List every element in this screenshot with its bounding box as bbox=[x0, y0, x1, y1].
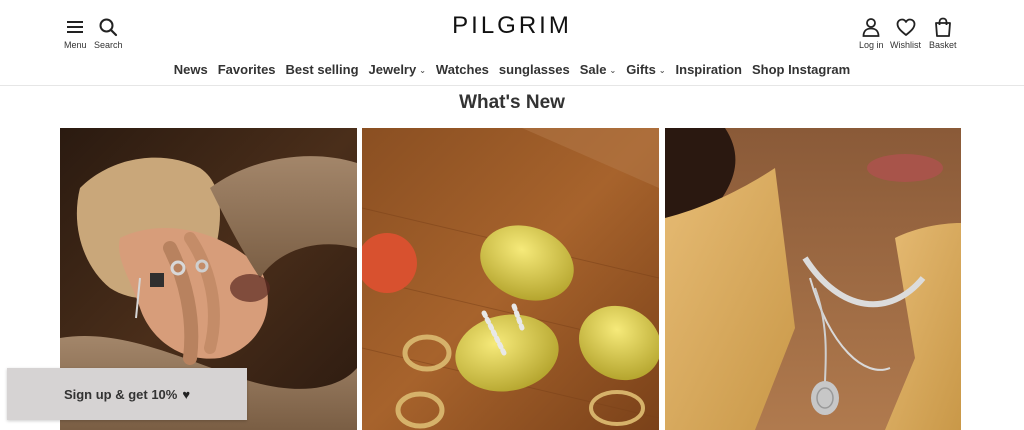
nav-item-label: Jewelry bbox=[368, 62, 417, 77]
nav-item-label: Favorites bbox=[217, 62, 276, 77]
nav-item-jewelry[interactable]: Jewelry ⌄ bbox=[369, 62, 426, 77]
nav-item-news[interactable]: News bbox=[174, 62, 208, 77]
site-header: Menu Search PILGRIM Log in Wishlist Bask… bbox=[0, 0, 1024, 86]
nav-item-best-selling[interactable]: Best selling bbox=[286, 62, 359, 77]
login-button[interactable]: Log in bbox=[859, 16, 884, 50]
nav-item-watches[interactable]: Watches bbox=[436, 62, 489, 77]
nav-item-shop-instagram[interactable]: Shop Instagram bbox=[752, 62, 850, 77]
nav-item-label: Sale bbox=[579, 62, 607, 77]
signup-discount-button[interactable]: Sign up & get 10% ♥ bbox=[7, 368, 247, 420]
main-nav: News Favorites Best selling Jewelry ⌄ Wat… bbox=[0, 62, 1024, 77]
nav-item-sale[interactable]: Sale ⌄ bbox=[580, 62, 616, 77]
nav-item-label: Best selling bbox=[285, 62, 359, 77]
heart-outline-icon bbox=[896, 18, 915, 36]
nav-item-inspiration[interactable]: Inspiration bbox=[676, 62, 742, 77]
section-title: What's New bbox=[459, 92, 565, 113]
nav-item-label: News bbox=[173, 62, 208, 77]
search-label: Search bbox=[94, 40, 123, 50]
earrings-photo bbox=[362, 128, 659, 430]
product-tile-earrings[interactable] bbox=[362, 128, 659, 430]
heart-icon: ♥ bbox=[182, 386, 191, 402]
product-tile-necklaces[interactable] bbox=[665, 128, 961, 430]
user-icon bbox=[862, 18, 880, 37]
login-label: Log in bbox=[859, 40, 884, 50]
signup-label: Sign up & get 10% bbox=[63, 386, 178, 402]
menu-label: Menu bbox=[64, 40, 87, 50]
basket-label: Basket bbox=[929, 40, 957, 50]
nav-item-label: Shop Instagram bbox=[751, 62, 851, 77]
nav-item-sunglasses[interactable]: sunglasses bbox=[499, 62, 570, 77]
nav-item-label: Inspiration bbox=[675, 62, 742, 77]
basket-button[interactable]: Basket bbox=[929, 16, 957, 50]
nav-item-label: Gifts bbox=[626, 62, 656, 77]
nav-item-label: sunglasses bbox=[498, 62, 570, 77]
nav-item-gifts[interactable]: Gifts ⌄ bbox=[626, 62, 665, 77]
bag-icon bbox=[934, 17, 951, 37]
wishlist-label: Wishlist bbox=[890, 40, 921, 50]
wishlist-button[interactable]: Wishlist bbox=[890, 16, 921, 50]
necklaces-photo bbox=[665, 128, 961, 430]
chevron-down-icon: ⌄ bbox=[658, 66, 666, 75]
chevron-down-icon: ⌄ bbox=[609, 66, 617, 75]
nav-item-label: Watches bbox=[435, 62, 489, 77]
nav-item-favorites[interactable]: Favorites bbox=[218, 62, 276, 77]
chevron-down-icon: ⌄ bbox=[419, 66, 426, 75]
